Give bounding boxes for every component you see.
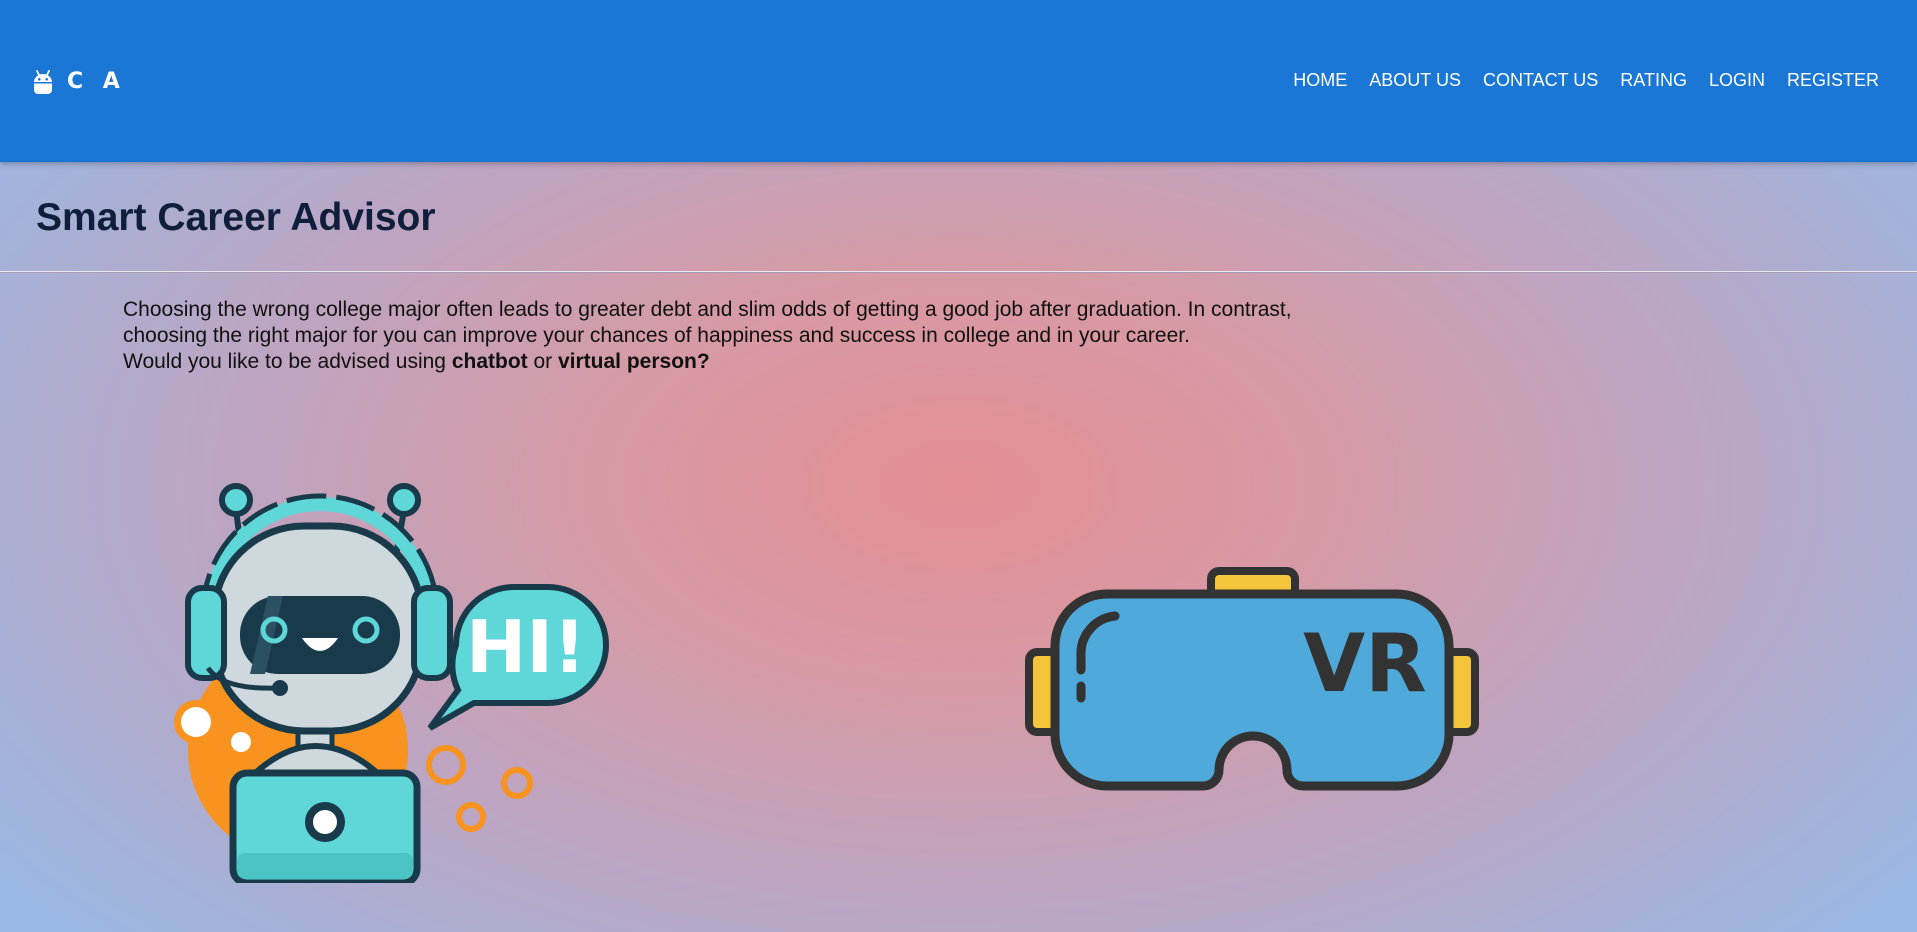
speech-bubble-text: HI! <box>466 605 586 689</box>
nav-home-link[interactable]: HOME <box>1293 70 1347 90</box>
chatbot-robot-icon: HI! <box>174 483 609 883</box>
advice-question: Would you like to be advised using chatb… <box>123 349 1463 375</box>
vr-headset-icon: VR <box>1025 567 1479 791</box>
android-icon <box>34 70 52 94</box>
page-title: Smart Career Advisor <box>36 196 436 239</box>
nav-about-us-link[interactable]: ABOUT US <box>1369 70 1461 90</box>
question-prefix: Would you like to be advised using <box>123 350 452 373</box>
top-navbar: C A HOME ABOUT US CONTACT US RATING LOGI… <box>0 0 1917 162</box>
virtual-person-option-text: virtual person? <box>557 350 710 373</box>
intro-line-2: choosing the right major for you can imp… <box>123 324 1190 347</box>
brand-logo[interactable]: C A <box>32 68 126 96</box>
chatbot-option-text: chatbot <box>451 350 528 373</box>
chatbot-option-button[interactable]: HI! <box>168 478 610 883</box>
section-divider <box>0 271 1917 273</box>
nav-contact-us-link[interactable]: CONTACT US <box>1483 70 1598 90</box>
nav-register-link[interactable]: REGISTER <box>1787 70 1879 90</box>
intro-line-1: Choosing the wrong college major often l… <box>123 298 1292 321</box>
vr-text: VR <box>1303 617 1427 710</box>
nav-rating-link[interactable]: RATING <box>1620 70 1687 90</box>
brand-text: C A <box>67 69 126 94</box>
nav-links: HOME ABOUT US CONTACT US RATING LOGIN RE… <box>1271 70 1879 90</box>
nav-login-link[interactable]: LOGIN <box>1709 70 1765 90</box>
question-or: or <box>527 350 558 373</box>
intro-text: Choosing the wrong college major often l… <box>123 297 1463 375</box>
vr-option-button[interactable]: VR <box>1025 566 1480 796</box>
